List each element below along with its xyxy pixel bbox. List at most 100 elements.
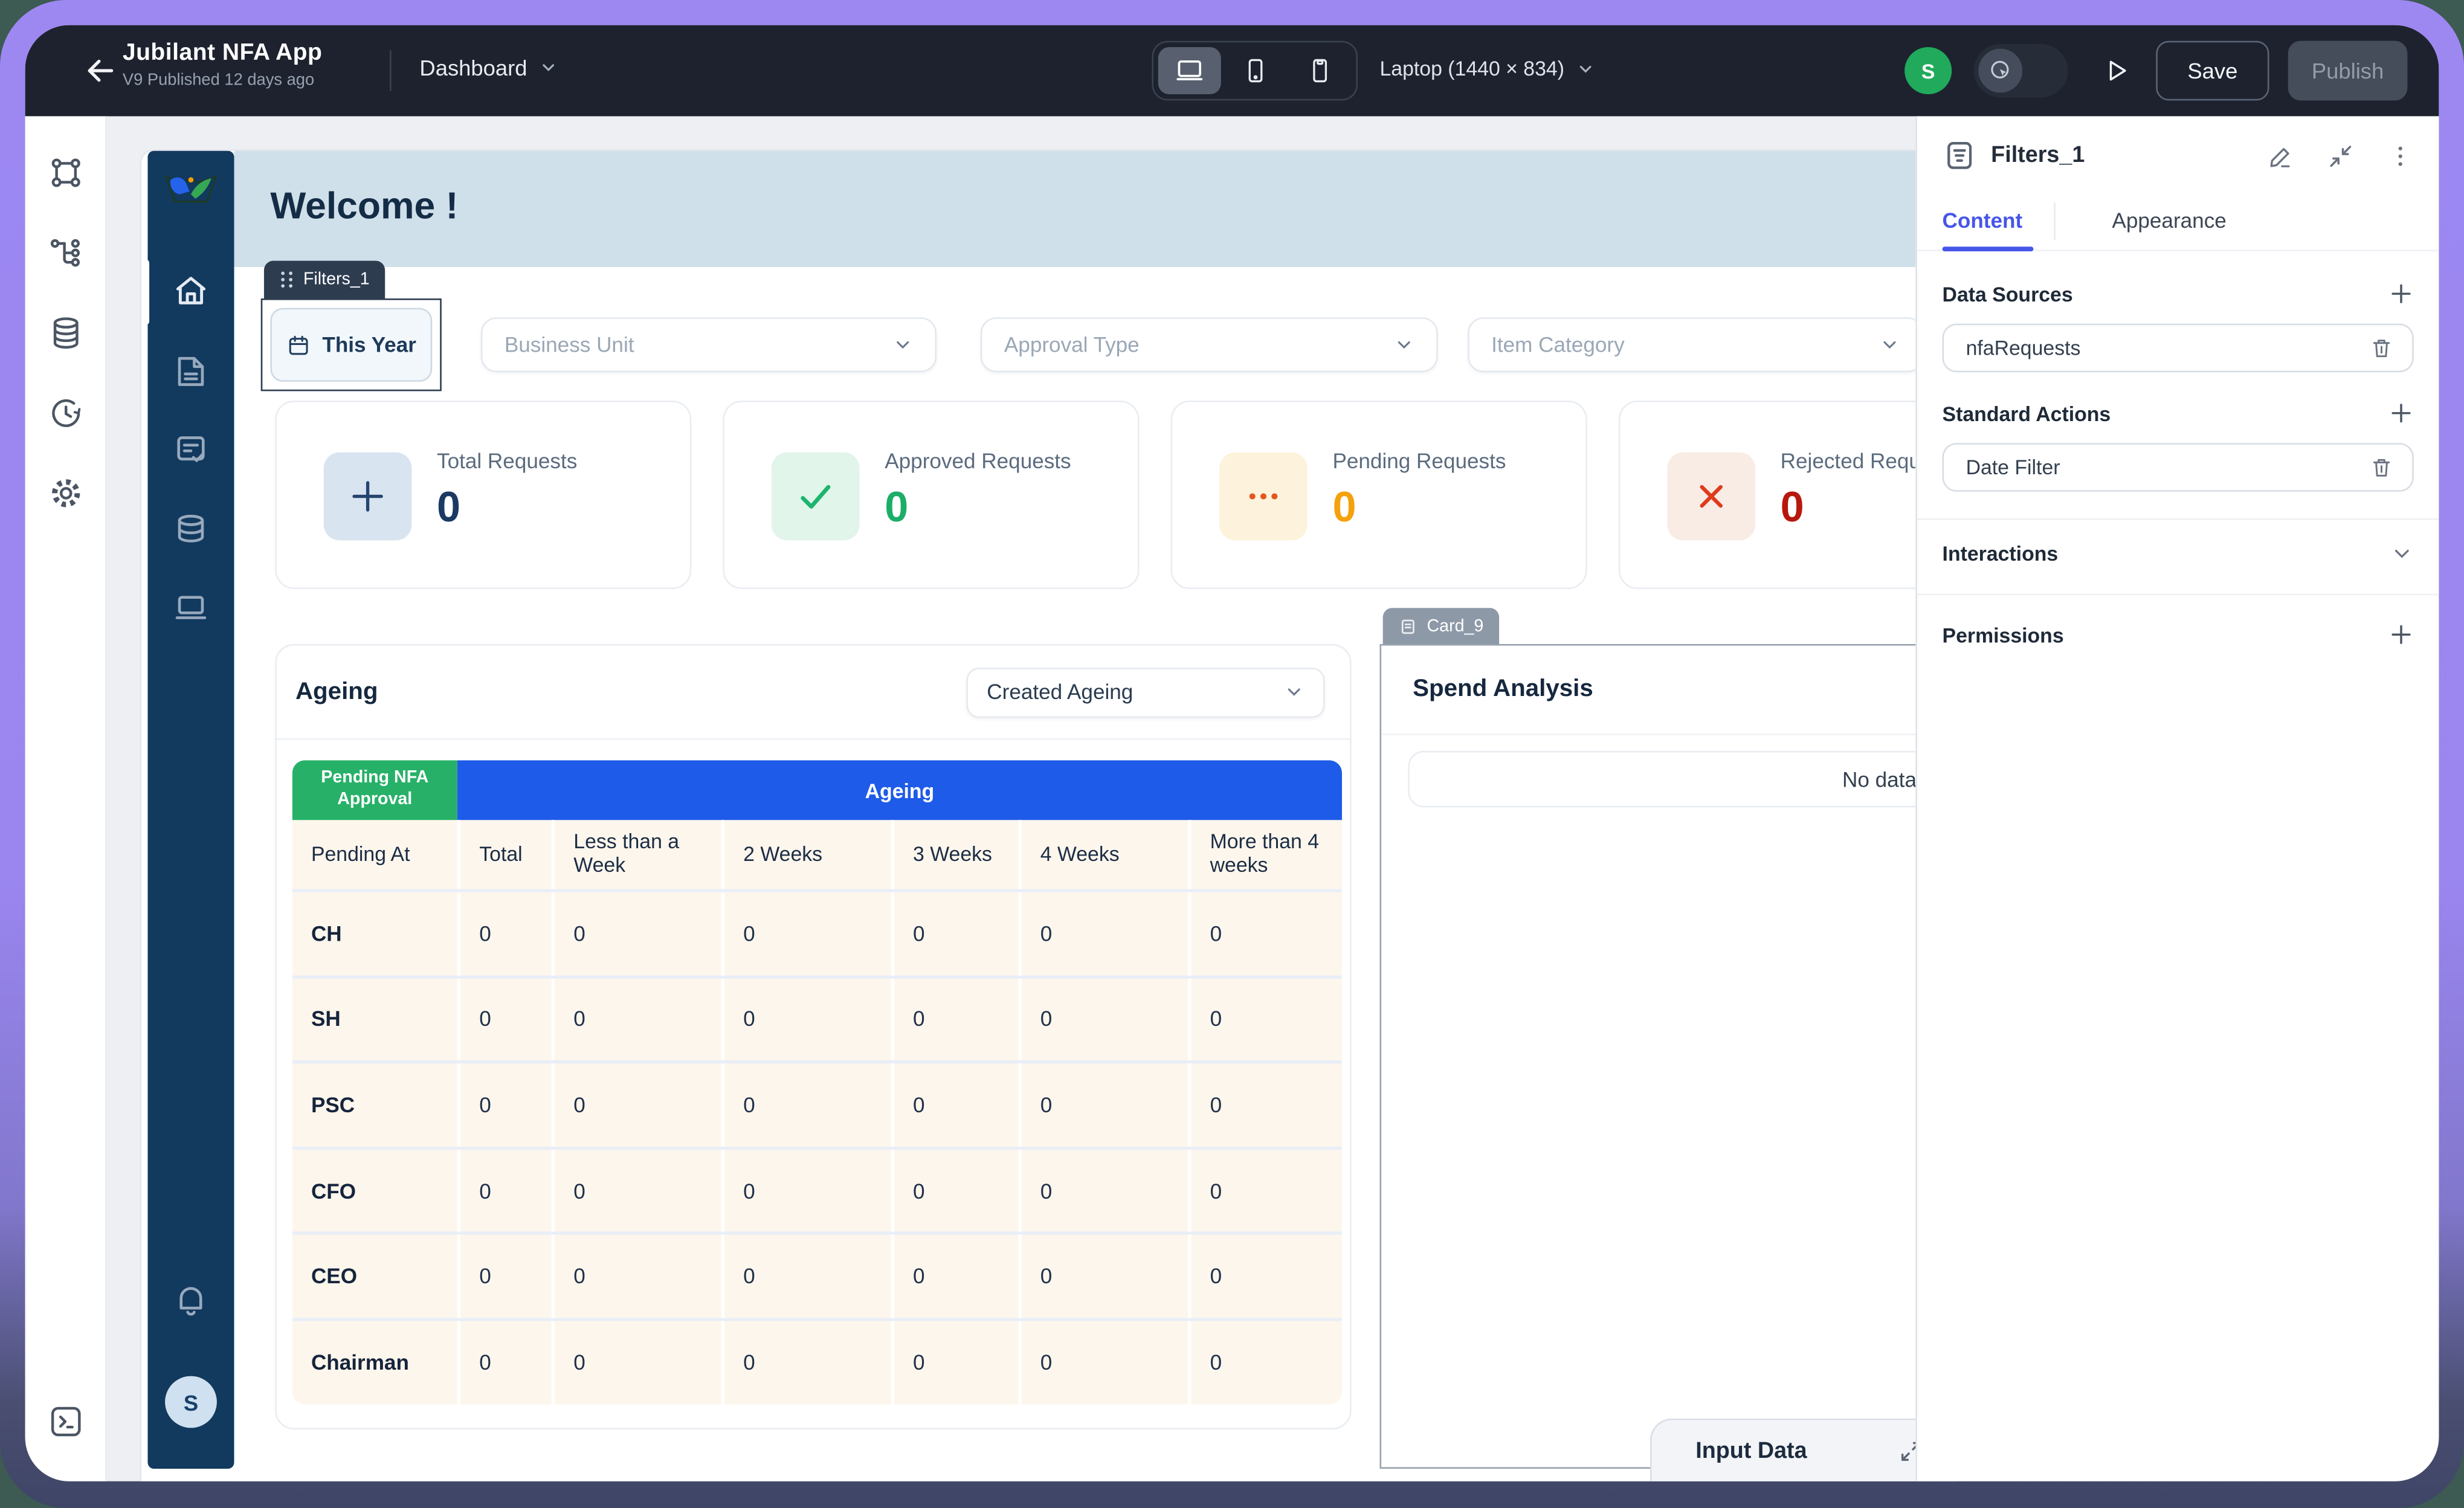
component-tree-icon[interactable] [47, 234, 84, 271]
data-source-item[interactable]: nfaRequests [1943, 324, 2414, 373]
ageing-type-dropdown[interactable]: Created Ageing [966, 667, 1324, 717]
table-cell: 0 [891, 978, 1019, 1061]
card9-widget-tag-label: Card_9 [1427, 617, 1483, 636]
item-category-dropdown[interactable]: Item Category [1468, 317, 1923, 372]
table-cell: 0 [1188, 1321, 1342, 1404]
collapse-panel-icon[interactable] [2327, 142, 2354, 169]
top-bar: Jubilant NFA App V9 Published 12 days ag… [25, 25, 2439, 117]
canvas-select-icon[interactable] [47, 154, 84, 192]
add-permission-icon[interactable] [2388, 622, 2414, 648]
calendar-icon [286, 332, 312, 358]
app-main: Welcome ! Filters_1 This Year Business U… [234, 151, 1955, 1481]
chevron-down-icon [1284, 682, 1305, 702]
column-header: Less than a Week [552, 820, 721, 889]
nav-approvals-icon[interactable] [171, 430, 210, 469]
live-cursor-toggle[interactable] [1974, 44, 2068, 97]
standard-actions-section: Standard Actions [1943, 398, 2414, 429]
device-laptop-button[interactable] [1158, 47, 1221, 94]
kebab-menu-icon[interactable] [2387, 142, 2414, 169]
spend-analysis-card[interactable]: Spend Analysis No data [1379, 644, 1955, 1469]
card9-widget-tag[interactable]: Card_9 [1383, 608, 1500, 645]
input-data-label: Input Data [1695, 1438, 1807, 1463]
table-corner-header: Pending NFA Approval [292, 760, 457, 820]
app-canvas: S Welcome ! Filters_1 This Year [141, 151, 1955, 1481]
table-cell: 0 [891, 1236, 1019, 1318]
back-icon[interactable] [82, 52, 119, 89]
table-cell: 0 [552, 1321, 721, 1404]
panel-header-actions [2268, 142, 2414, 169]
chevron-down-icon[interactable] [2390, 541, 2414, 565]
cursor-circle-icon [1978, 49, 2022, 93]
table-cell: 0 [1018, 892, 1188, 975]
interactions-label: Interactions [1943, 541, 2059, 565]
data-sources-section: Data Sources [1943, 278, 2414, 309]
tab-content[interactable]: Content [1943, 209, 2023, 233]
chevron-down-icon [538, 58, 557, 77]
panel-tabs: Content Appearance [1917, 192, 2439, 251]
column-header: 2 Weeks [721, 820, 891, 889]
add-standard-action-icon[interactable] [2388, 401, 2414, 426]
mobile-icon [1306, 57, 1335, 85]
trash-icon[interactable] [2370, 336, 2393, 359]
stat-card-total: Total Requests 0 [275, 401, 691, 589]
filters-widget-tag-label: Filters_1 [303, 270, 370, 289]
ageing-table: Pending NFA Approval Ageing Pending AtTo… [292, 760, 1342, 1403]
table-row: CH000000 [292, 889, 1342, 975]
filters-widget-selection[interactable]: This Year [261, 298, 442, 391]
tab-appearance[interactable]: Appearance [2112, 209, 2226, 233]
plus-icon [324, 453, 412, 541]
ageing-columns-row: Pending AtTotalLess than a Week2 Weeks3 … [292, 820, 1342, 889]
preview-play-button[interactable] [2103, 57, 2131, 85]
history-icon[interactable] [47, 395, 84, 432]
editor-left-rail [25, 116, 107, 1481]
user-avatar[interactable]: S [1904, 47, 1952, 94]
console-terminal-icon[interactable] [47, 1403, 84, 1440]
table-cell: 0 [457, 892, 552, 975]
device-tablet-button[interactable] [1224, 47, 1286, 94]
filters-widget-tag[interactable]: Filters_1 [264, 261, 385, 298]
table-cell: 0 [721, 1064, 891, 1147]
table-cell: 0 [552, 1150, 721, 1232]
page-selector[interactable]: Dashboard [419, 55, 557, 80]
column-header: Total [457, 820, 552, 889]
date-filter-button[interactable]: This Year [270, 308, 432, 382]
publish-button: Publish [2288, 41, 2408, 101]
stat-value: 0 [885, 484, 908, 533]
panel-divider [1917, 518, 2439, 520]
table-cell: 0 [1188, 1064, 1342, 1147]
table-cell: 0 [1018, 1321, 1188, 1404]
table-cell: 0 [721, 1150, 891, 1232]
device-size-selector[interactable]: Laptop (1440 × 834) [1379, 57, 1596, 80]
screen: Jubilant NFA App V9 Published 12 days ag… [0, 0, 2464, 1508]
active-page-indicator [141, 259, 149, 325]
business-unit-dropdown[interactable]: Business Unit [481, 317, 937, 372]
table-cell: 0 [891, 892, 1019, 975]
app-user-avatar[interactable]: S [165, 1376, 217, 1428]
device-mobile-button[interactable] [1289, 47, 1352, 94]
standard-action-item[interactable]: Date Filter [1943, 443, 2414, 492]
edit-pencil-icon[interactable] [2268, 142, 2294, 169]
stat-value: 0 [1332, 484, 1356, 533]
nav-documents-icon[interactable] [171, 352, 210, 391]
nav-database-icon[interactable] [171, 509, 210, 548]
notifications-bell-icon[interactable] [171, 1280, 210, 1320]
interactions-section[interactable]: Interactions [1943, 537, 2414, 569]
table-cell: 0 [1018, 1236, 1188, 1318]
table-cell: 0 [1188, 892, 1342, 975]
table-cell: 0 [457, 1321, 552, 1404]
datasource-icon[interactable] [47, 314, 84, 352]
ageing-title: Ageing [295, 678, 378, 706]
approval-type-dropdown[interactable]: Approval Type [981, 317, 1438, 372]
table-cell: 0 [552, 1064, 721, 1147]
table-row: Chairman000000 [292, 1318, 1342, 1403]
add-data-source-icon[interactable] [2388, 281, 2414, 306]
nav-devices-icon[interactable] [171, 587, 210, 627]
table-cell: 0 [891, 1150, 1019, 1232]
approval-type-placeholder: Approval Type [1004, 333, 1140, 356]
save-button[interactable]: Save [2156, 41, 2269, 101]
settings-gear-icon[interactable] [47, 474, 84, 512]
nav-home-icon[interactable] [171, 272, 210, 311]
trash-icon[interactable] [2370, 456, 2393, 479]
chevron-down-icon [1394, 335, 1414, 355]
table-cell: 0 [457, 978, 552, 1061]
